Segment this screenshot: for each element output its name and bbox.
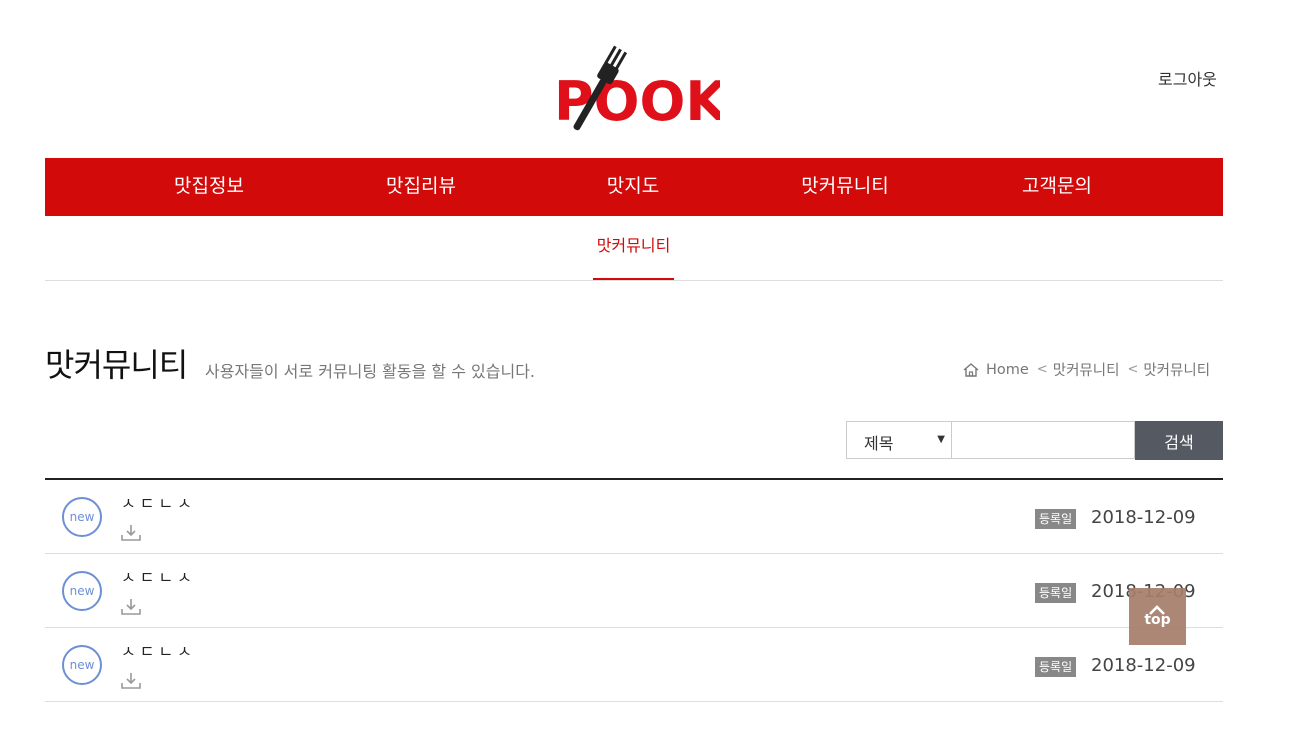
search-input[interactable]: [952, 421, 1135, 459]
list-item[interactable]: new ㅅㄷㄴㅅ 등록일 2018-12-09: [45, 480, 1223, 554]
download-icon[interactable]: [120, 598, 142, 616]
subnav-item-community[interactable]: 맛커뮤니티: [593, 216, 674, 280]
scroll-top-button[interactable]: top: [1129, 588, 1186, 645]
breadcrumb-community-current[interactable]: 맛커뮤니티: [1143, 359, 1210, 380]
post-title[interactable]: ㅅㄷㄴㅅ: [121, 490, 196, 514]
new-badge: new: [62, 645, 102, 685]
download-icon[interactable]: [120, 524, 142, 542]
page-description: 사용자들이 서로 커뮤니팅 활동을 할 수 있습니다.: [205, 362, 536, 381]
fork-logo-icon: POOK: [554, 45, 729, 133]
nav-item-community[interactable]: 맛커뮤니티: [801, 158, 888, 216]
download-icon[interactable]: [120, 672, 142, 690]
list-item[interactable]: new ㅅㄷㄴㅅ 등록일 2018-12-09: [45, 554, 1223, 628]
search-button[interactable]: 검색: [1135, 421, 1223, 460]
sub-nav: 맛커뮤니티: [45, 216, 1223, 281]
caret-down-icon: ▼: [937, 434, 945, 445]
reg-date-label: 등록일: [1035, 583, 1077, 603]
breadcrumb: Home < 맛커뮤니티 < 맛커뮤니티: [962, 359, 1210, 380]
scroll-top-label: top: [1144, 612, 1171, 628]
breadcrumb-community[interactable]: 맛커뮤니티: [1053, 359, 1120, 380]
reg-date: 2018-12-09: [1091, 655, 1196, 676]
reg-date: 2018-12-09: [1091, 507, 1196, 528]
post-title[interactable]: ㅅㄷㄴㅅ: [121, 564, 196, 588]
page-title: 맛커뮤니티: [45, 346, 188, 384]
chevron-left-icon: <: [1127, 362, 1139, 377]
post-title[interactable]: ㅅㄷㄴㅅ: [121, 638, 196, 662]
reg-date-label: 등록일: [1035, 657, 1077, 677]
nav-item-food-map[interactable]: 맛지도: [607, 158, 659, 216]
search-type-value: 제목: [864, 434, 894, 453]
reg-date-label: 등록일: [1035, 509, 1077, 529]
new-badge: new: [62, 571, 102, 611]
nav-item-restaurant-info[interactable]: 맛집정보: [174, 158, 244, 216]
logout-link[interactable]: 로그아웃: [1158, 66, 1217, 90]
list-item[interactable]: new ㅅㄷㄴㅅ 등록일 2018-12-09: [45, 628, 1223, 702]
breadcrumb-home[interactable]: Home: [986, 362, 1029, 378]
home-icon: [962, 362, 980, 378]
post-list: new ㅅㄷㄴㅅ 등록일 2018-12-09 new ㅅㄷㄴㅅ 등록일 201…: [45, 478, 1223, 740]
nav-item-customer-inquiry[interactable]: 고객문의: [1022, 158, 1092, 216]
chevron-left-icon: <: [1036, 362, 1048, 377]
logo[interactable]: POOK: [552, 38, 729, 144]
nav-item-restaurant-review[interactable]: 맛집리뷰: [386, 158, 456, 216]
main-nav: 맛집정보 맛집리뷰 맛지도 맛커뮤니티 고객문의: [45, 158, 1223, 216]
search-type-select[interactable]: 제목 ▼: [846, 421, 952, 459]
new-badge: new: [62, 497, 102, 537]
